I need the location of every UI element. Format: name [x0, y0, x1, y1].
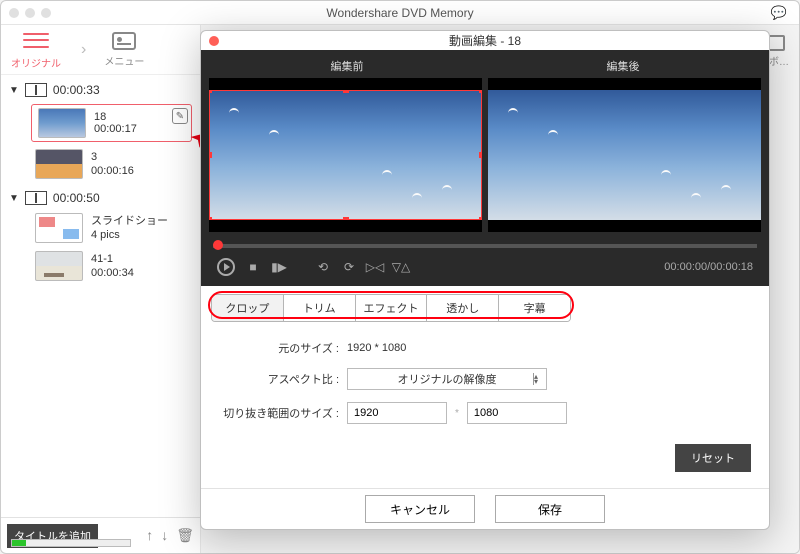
- multiply-icon: *: [455, 408, 459, 419]
- video-editor-dialog: 動画編集 - 18 編集前 編集後: [200, 30, 770, 530]
- title-group-header[interactable]: ▼ 00:00:33: [1, 79, 200, 101]
- document-lines-icon: [23, 30, 49, 52]
- sidebar: オリジナル › メニュー ▼ 00:00:33: [1, 25, 201, 553]
- crop-handle[interactable]: [479, 217, 482, 220]
- clip-item-selected[interactable]: 18 00:00:17 ✎ ➤: [31, 104, 192, 142]
- crop-handle[interactable]: [343, 90, 349, 93]
- value-orig-size: 1920 * 1080: [347, 342, 406, 354]
- edit-icon[interactable]: ✎: [172, 108, 188, 124]
- tab-menu-label: メニュー: [104, 53, 144, 68]
- clip-name: 41-1: [91, 252, 134, 266]
- move-up-icon[interactable]: ↑: [146, 527, 153, 544]
- minimize-icon[interactable]: [25, 8, 35, 18]
- cancel-button[interactable]: キャンセル: [365, 495, 475, 523]
- clip-duration: 00:00:16: [91, 164, 134, 178]
- crop-handle[interactable]: [479, 90, 482, 93]
- editor-footer: キャンセル 保存: [201, 488, 769, 529]
- reset-button[interactable]: リセット: [675, 444, 751, 472]
- crop-handle[interactable]: [209, 217, 212, 220]
- mode-tabs: オリジナル › メニュー: [1, 25, 200, 75]
- playback-controls: ■ ▮▶ ⟲ ⟳ ▷◁ ▽△ 00:00:00/00:00:18: [209, 252, 761, 282]
- clip-duration: 00:00:17: [94, 123, 137, 135]
- clip-thumbnail: [38, 108, 86, 138]
- label-crop-size: 切り抜き範囲のサイズ :: [219, 405, 339, 421]
- group-duration: 00:00:33: [53, 83, 100, 97]
- flip-v-icon[interactable]: ▽△: [393, 259, 409, 275]
- chevron-right-icon: ›: [81, 41, 86, 59]
- preview-area: 編集前 編集後: [201, 50, 769, 286]
- clip-duration: 4 pics: [91, 228, 168, 242]
- play-button[interactable]: [217, 258, 235, 276]
- crop-height-input[interactable]: [467, 402, 567, 424]
- layout-icon: [25, 191, 47, 205]
- aspect-ratio-select[interactable]: オリジナルの解像度 ▴▾: [347, 368, 547, 390]
- stop-button[interactable]: ■: [245, 259, 261, 275]
- crop-width-input[interactable]: [347, 402, 447, 424]
- step-icon[interactable]: ▮▶: [271, 259, 287, 275]
- tab-original[interactable]: オリジナル: [11, 30, 61, 70]
- tab-menu[interactable]: メニュー: [104, 32, 144, 68]
- edit-tab-bar: クロップトリムエフェクト透かし字幕: [201, 286, 769, 324]
- crop-handle[interactable]: [479, 152, 482, 158]
- close-icon[interactable]: [9, 8, 19, 18]
- edit-tab-watermark[interactable]: 透かし: [427, 295, 499, 321]
- move-down-icon[interactable]: ↓: [161, 527, 168, 544]
- clip-item[interactable]: 3 00:00:16: [1, 145, 200, 183]
- editor-title-text: 動画編集 - 18: [449, 32, 521, 49]
- trash-icon[interactable]: 🗑: [176, 527, 194, 544]
- app-title: Wondershare DVD Memory: [326, 6, 473, 20]
- caret-down-icon: ▼: [9, 85, 19, 96]
- sidebar-footer: タイトルを追加 ↑ ↓ 🗑: [1, 517, 200, 553]
- editor-titlebar[interactable]: 動画編集 - 18: [201, 31, 769, 50]
- clip-thumbnail: [35, 213, 83, 243]
- titlebar[interactable]: Wondershare DVD Memory 💬: [1, 1, 799, 25]
- preview-before[interactable]: [209, 78, 482, 232]
- clip-name: 3: [91, 150, 134, 164]
- clip-name: スライドショー: [91, 214, 168, 228]
- edit-tab-crop[interactable]: クロップ: [212, 295, 284, 321]
- preview-label-after: 編集後: [485, 54, 761, 78]
- chevron-updown-icon: ▴▾: [534, 374, 538, 384]
- caret-down-icon: ▼: [9, 193, 19, 204]
- picture-icon: [112, 32, 136, 50]
- clip-thumbnail: [35, 149, 83, 179]
- crop-handle[interactable]: [209, 152, 212, 158]
- clip-name: 18: [94, 111, 137, 123]
- label-aspect: アスペクト比 :: [219, 371, 339, 387]
- title-list: ▼ 00:00:33 18 00:00:17 ✎ ➤: [1, 75, 200, 517]
- clip-duration: 00:00:34: [91, 266, 134, 280]
- crop-form: 元のサイズ : 1920 * 1080 アスペクト比 : オリジナルの解像度 ▴…: [201, 324, 769, 488]
- close-icon[interactable]: [209, 36, 219, 46]
- title-group-header[interactable]: ▼ 00:00:50: [1, 187, 200, 209]
- zoom-icon[interactable]: [41, 8, 51, 18]
- preview-after: [488, 78, 761, 232]
- flip-h-icon[interactable]: ▷◁: [367, 259, 383, 275]
- disc-usage-bar: [11, 539, 131, 547]
- timecode-display: 00:00:00/00:00:18: [664, 261, 753, 273]
- window-controls[interactable]: [9, 8, 51, 18]
- edit-tab-effect[interactable]: エフェクト: [356, 295, 428, 321]
- label-orig-size: 元のサイズ :: [219, 340, 339, 356]
- layout-icon: [25, 83, 47, 97]
- group-duration: 00:00:50: [53, 191, 100, 205]
- clip-thumbnail: [35, 251, 83, 281]
- rotate-cw-icon[interactable]: ⟳: [341, 259, 357, 275]
- timeline-slider[interactable]: [213, 244, 757, 248]
- rotate-ccw-icon[interactable]: ⟲: [315, 259, 331, 275]
- edit-tab-trim[interactable]: トリム: [284, 295, 356, 321]
- clip-item[interactable]: スライドショー 4 pics: [1, 209, 200, 247]
- crop-handle[interactable]: [209, 90, 212, 93]
- save-button[interactable]: 保存: [495, 495, 605, 523]
- feedback-icon[interactable]: 💬: [771, 5, 787, 21]
- crop-handle[interactable]: [343, 217, 349, 220]
- tab-original-label: オリジナル: [11, 55, 61, 70]
- clip-item[interactable]: 41-1 00:00:34: [1, 247, 200, 285]
- preview-label-before: 編集前: [209, 54, 485, 78]
- edit-tab-subtitle[interactable]: 字幕: [499, 295, 570, 321]
- timeline-knob[interactable]: [213, 240, 223, 250]
